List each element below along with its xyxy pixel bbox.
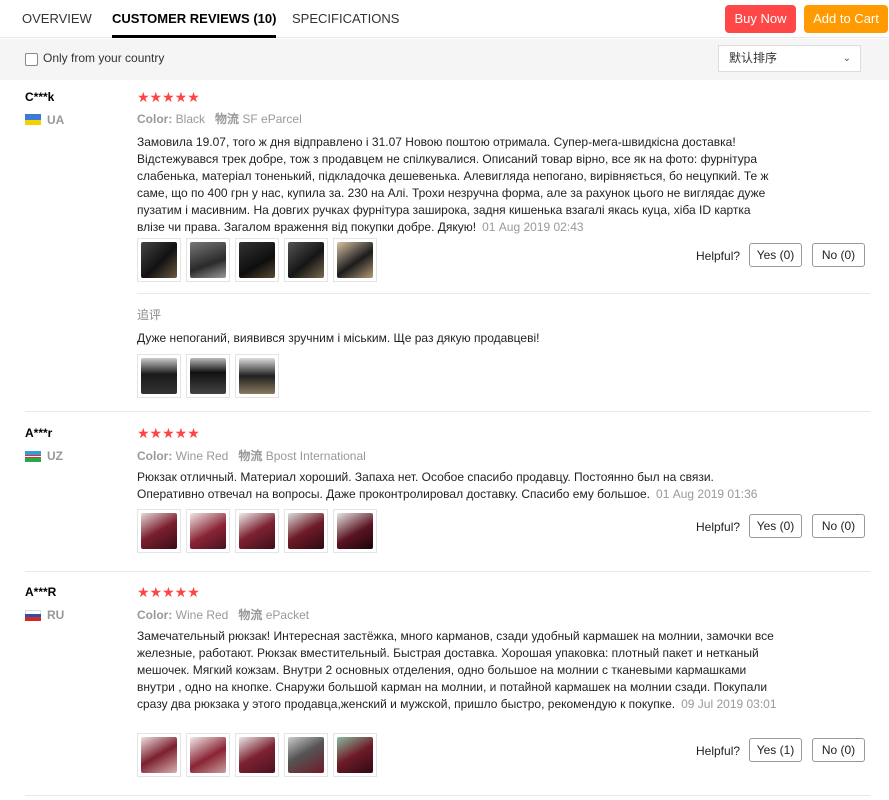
helpful-no-button[interactable]: No (0) bbox=[812, 243, 865, 267]
country-filter-checkbox[interactable] bbox=[25, 53, 38, 66]
shipping-value: ePacket bbox=[265, 608, 310, 622]
review-photo[interactable] bbox=[284, 509, 328, 553]
review-date: 01 Aug 2019 02:43 bbox=[482, 220, 584, 234]
review-photo[interactable] bbox=[333, 509, 377, 553]
review-photo[interactable] bbox=[284, 238, 328, 282]
helpful-no-button[interactable]: No (0) bbox=[812, 514, 865, 538]
reviewer-name: A***r bbox=[25, 426, 53, 440]
reviewer-country: RU bbox=[47, 608, 65, 622]
review-body: Замовила 19.07, того ж дня відправлено і… bbox=[137, 135, 769, 234]
followup-text: Дуже непоганий, виявився зручним і міськ… bbox=[137, 331, 540, 345]
review-divider bbox=[25, 795, 870, 796]
color-label: Color: bbox=[137, 608, 173, 622]
tab-overview[interactable]: OVERVIEW bbox=[22, 0, 92, 38]
buy-now-button[interactable]: Buy Now bbox=[725, 5, 796, 33]
review-photo[interactable] bbox=[235, 238, 279, 282]
review-photo[interactable] bbox=[333, 238, 377, 282]
helpful-yes-button[interactable]: Yes (0) bbox=[749, 243, 802, 267]
review-attributes: Color: Wine Red 物流 ePacket bbox=[137, 606, 309, 623]
review-date: 01 Aug 2019 01:36 bbox=[656, 487, 758, 501]
color-value: Wine Red bbox=[175, 449, 229, 463]
reviewer-country: UA bbox=[47, 113, 65, 127]
review-photo[interactable] bbox=[186, 509, 230, 553]
shipping-label: 物流 bbox=[215, 112, 240, 126]
review-photo[interactable] bbox=[186, 733, 230, 777]
review-divider bbox=[25, 571, 870, 572]
helpful-no-button[interactable]: No (0) bbox=[812, 738, 865, 762]
review-body: Замечательный рюкзак! Интересная застёжк… bbox=[137, 629, 774, 711]
reviewer-name: C***k bbox=[25, 90, 55, 104]
review-photo[interactable] bbox=[137, 509, 181, 553]
review-text: Замовила 19.07, того ж дня відправлено і… bbox=[137, 134, 777, 236]
helpful-yes-button[interactable]: Yes (0) bbox=[749, 514, 802, 538]
review-photo[interactable] bbox=[235, 509, 279, 553]
review-photo[interactable] bbox=[137, 733, 181, 777]
country-filter-label[interactable]: Only from your country bbox=[43, 51, 164, 65]
product-tabs-bar: OVERVIEW CUSTOMER REVIEWS (10) SPECIFICA… bbox=[0, 0, 889, 38]
review-attributes: Color: Wine Red 物流 Bpost International bbox=[137, 447, 366, 464]
shipping-value: Bpost International bbox=[265, 449, 366, 463]
russia-flag-icon bbox=[25, 610, 41, 621]
tab-specifications[interactable]: SPECIFICATIONS bbox=[292, 0, 399, 38]
color-value: Wine Red bbox=[175, 608, 229, 622]
review-photo[interactable] bbox=[186, 238, 230, 282]
tab-customer-reviews[interactable]: CUSTOMER REVIEWS (10) bbox=[112, 0, 277, 38]
review-photo[interactable] bbox=[235, 354, 279, 398]
review-date: 09 Jul 2019 03:01 bbox=[681, 697, 777, 711]
review-body: Рюкзак отличный. Материал хороший. Запах… bbox=[137, 470, 714, 501]
color-label: Color: bbox=[137, 449, 173, 463]
shipping-label: 物流 bbox=[238, 608, 263, 622]
ukraine-flag-icon bbox=[25, 114, 41, 125]
review-photo[interactable] bbox=[186, 354, 230, 398]
reviewer-country: UZ bbox=[47, 449, 63, 463]
review-photo[interactable] bbox=[235, 733, 279, 777]
chevron-down-icon: ⌄ bbox=[842, 53, 851, 64]
sort-select[interactable]: 默认排序 ⌄ bbox=[718, 45, 861, 72]
rating-stars: ★★★★★ bbox=[137, 89, 200, 105]
helpful-label: Helpful? bbox=[696, 744, 741, 758]
review-photo[interactable] bbox=[137, 354, 181, 398]
add-to-cart-button[interactable]: Add to Cart bbox=[804, 5, 888, 33]
followup-divider bbox=[137, 293, 870, 294]
review-text: Рюкзак отличный. Материал хороший. Запах… bbox=[137, 469, 777, 503]
rating-stars: ★★★★★ bbox=[137, 425, 200, 441]
rating-stars: ★★★★★ bbox=[137, 584, 200, 600]
followup-label: 追评 bbox=[137, 308, 162, 322]
reviewer-name: A***R bbox=[25, 585, 57, 599]
review-photo[interactable] bbox=[284, 733, 328, 777]
review-text: Замечательный рюкзак! Интересная застёжк… bbox=[137, 628, 777, 713]
helpful-yes-button[interactable]: Yes (1) bbox=[749, 738, 802, 762]
color-value: Black bbox=[175, 112, 206, 126]
helpful-label: Helpful? bbox=[696, 249, 741, 263]
color-label: Color: bbox=[137, 112, 173, 126]
review-photo[interactable] bbox=[137, 238, 181, 282]
helpful-label: Helpful? bbox=[696, 520, 741, 534]
shipping-value: SF eParcel bbox=[242, 112, 302, 126]
sort-select-value: 默认排序 bbox=[729, 51, 778, 65]
review-divider bbox=[25, 411, 870, 412]
review-photo[interactable] bbox=[333, 733, 377, 777]
uzbekistan-flag-icon bbox=[25, 451, 41, 462]
review-attributes: Color: Black 物流 SF eParcel bbox=[137, 110, 302, 127]
shipping-label: 物流 bbox=[238, 449, 263, 463]
